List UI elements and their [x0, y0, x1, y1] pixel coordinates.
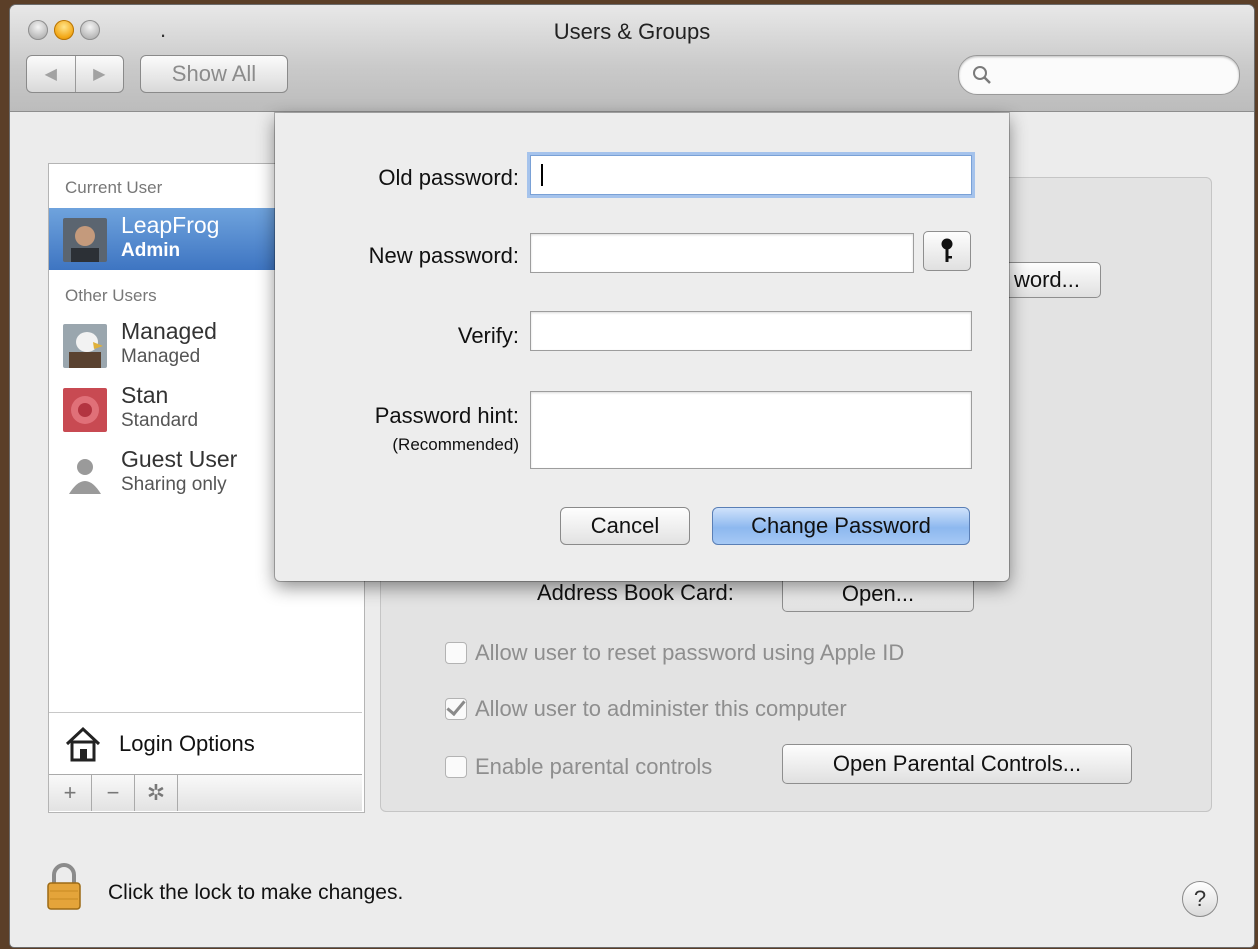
parental-controls-checkbox[interactable]: [445, 756, 467, 778]
reset-apple-id-label: Allow user to reset password using Apple…: [475, 640, 905, 665]
old-password-field[interactable]: [530, 155, 972, 195]
current-user-header: Current User: [65, 178, 163, 197]
window-title: Users & Groups: [553, 19, 711, 44]
verify-label: Verify:: [457, 323, 519, 348]
address-book-label: Address Book Card:: [537, 580, 734, 605]
new-password-label: New password:: [368, 243, 519, 268]
user-role: Managed: [121, 346, 201, 367]
other-users-header: Other Users: [65, 286, 157, 305]
rose-avatar: [63, 388, 107, 432]
show-all-button[interactable]: Show All: [140, 55, 288, 93]
password-hint-label: Password hint:: [374, 403, 519, 428]
house-icon: [65, 726, 101, 762]
text-caret: [541, 164, 543, 186]
verify-password-field[interactable]: [530, 311, 972, 351]
open-address-book-button[interactable]: Open...: [782, 576, 974, 612]
user-role: Standard: [121, 410, 199, 431]
title-bar: . Users & Groups ◀ ▶ Show All: [10, 5, 1254, 112]
add-user-button[interactable]: +: [49, 775, 92, 811]
help-button[interactable]: ?: [1182, 881, 1218, 917]
search-input[interactable]: [958, 55, 1240, 95]
lock-message: Click the lock to make changes.: [108, 881, 404, 904]
administer-checkbox[interactable]: [445, 698, 467, 720]
user-name: LeapFrog: [121, 212, 220, 238]
search-icon: [973, 66, 991, 84]
administer-option[interactable]: Allow user to administer this computer: [445, 696, 847, 722]
change-password-sheet: Old password: New password: Verify: Pass…: [275, 113, 1009, 581]
reset-apple-id-checkbox[interactable]: [445, 642, 467, 664]
back-forward-control: ◀ ▶: [26, 55, 124, 93]
parental-controls-label: Enable parental controls: [475, 754, 713, 779]
old-password-label: Old password:: [378, 165, 519, 190]
login-options-item[interactable]: Login Options: [49, 712, 362, 775]
user-role: Sharing only: [121, 474, 227, 495]
back-button[interactable]: ◀: [27, 56, 75, 92]
cancel-button[interactable]: Cancel: [560, 507, 690, 545]
hint-recommended-label: (Recommended): [392, 435, 519, 454]
new-password-field[interactable]: [530, 233, 914, 273]
user-role: Admin: [121, 240, 181, 261]
user-name: Guest User: [121, 446, 238, 472]
guest-user-icon: [69, 459, 101, 494]
administer-label: Allow user to administer this computer: [475, 696, 847, 721]
reset-apple-id-option[interactable]: Allow user to reset password using Apple…: [445, 640, 904, 666]
user-name: Managed: [121, 318, 217, 344]
key-icon: [941, 238, 953, 262]
change-password-confirm-button[interactable]: Change Password: [712, 507, 970, 545]
user-avatar: [63, 218, 107, 262]
user-name: Stan: [121, 382, 169, 408]
sidebar-toolbar: + − ✲: [49, 774, 362, 811]
gear-icon[interactable]: ✲: [135, 775, 178, 811]
password-assistant-button[interactable]: [923, 231, 971, 271]
eagle-avatar: [63, 324, 107, 368]
open-parental-controls-button[interactable]: Open Parental Controls...: [782, 744, 1132, 784]
parental-controls-option[interactable]: Enable parental controls: [445, 754, 712, 780]
lock-icon[interactable]: [46, 863, 82, 911]
password-hint-field[interactable]: [530, 391, 972, 469]
users-groups-window: . Users & Groups ◀ ▶ Show All Current Us…: [10, 5, 1254, 947]
login-options-label: Login Options: [119, 731, 255, 756]
remove-user-button[interactable]: −: [92, 775, 135, 811]
forward-button[interactable]: ▶: [74, 56, 124, 92]
